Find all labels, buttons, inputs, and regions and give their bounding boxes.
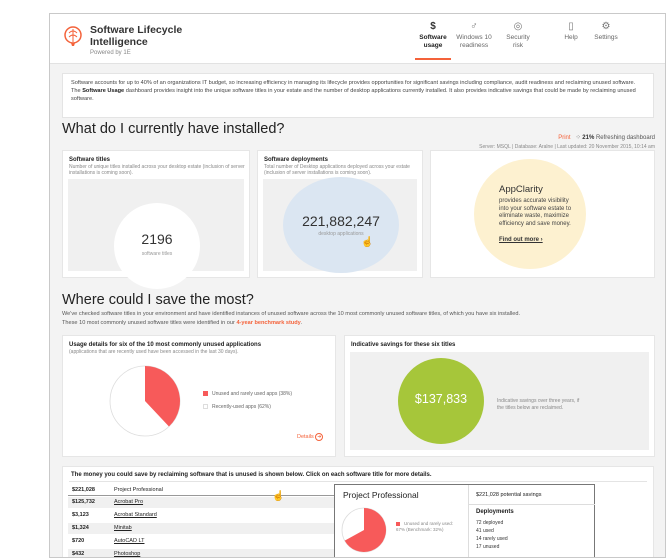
- hand-cursor-icon: ☝: [272, 491, 285, 502]
- titles-bubble: 2196 software titles: [114, 203, 200, 289]
- stat-deployed: 72 deployed: [476, 520, 504, 526]
- nav-software-usage[interactable]: $ Software usage: [413, 20, 453, 60]
- deployments-heading: Deployments: [476, 509, 514, 515]
- savings-bubble: $137,833: [398, 358, 484, 444]
- legend-swatch-unused: [396, 521, 400, 526]
- section-installed-title: What do I currently have installed?: [62, 121, 285, 137]
- section-save-description: We've checked software titles in your en…: [62, 311, 521, 326]
- nav-windows10-readiness[interactable]: ♂ Windows 10 readiness: [453, 20, 495, 60]
- nav-settings[interactable]: ⚙ Settings: [590, 20, 622, 60]
- deployments-label: desktop applications: [318, 231, 364, 237]
- detail-note: Unused and rarely used: 67% (Benchmark: …: [396, 521, 454, 532]
- print-link[interactable]: Print: [558, 135, 570, 141]
- table-row[interactable]: $432 Photoshop: [68, 549, 338, 557]
- dollar-icon: $: [430, 21, 436, 32]
- find-out-more-link[interactable]: Find out more ›: [499, 237, 543, 243]
- detail-savings: $221,028 potential savings: [476, 492, 542, 498]
- appclarity-title: AppClarity: [499, 184, 543, 195]
- arrow-circle-icon: ➜: [315, 433, 324, 441]
- savings-value: $137,833: [414, 392, 468, 406]
- legend-swatch-recent: [203, 404, 208, 410]
- card-inner: $137,833 Indicative savings over three y…: [350, 352, 649, 450]
- dashboard-frame: Software Lifecycle Intelligence Powered …: [49, 13, 666, 558]
- table-row[interactable]: $221,028 Project Professional: [68, 485, 338, 496]
- card-title: Indicative savings for these six titles: [351, 342, 456, 348]
- card-title: Software titles: [69, 157, 111, 163]
- stat-used: 41 used: [476, 528, 494, 534]
- software-deployments-card: Software deployments Total number of Des…: [257, 150, 423, 278]
- detail-stats: $221,028 potential savings Deployments 7…: [468, 485, 595, 557]
- card-title: Software deployments: [264, 157, 329, 163]
- details-link[interactable]: Details ➜: [297, 433, 324, 441]
- hand-cursor-icon: ☝: [361, 237, 374, 248]
- software-titles-card: Software titles Number of unique titles …: [62, 150, 250, 289]
- project-detail-popup: Project Professional Unused and rarely u…: [334, 484, 595, 557]
- legend-swatch-unused: [203, 391, 208, 397]
- refresh-status: Print ⁘ 21% Refreshing dashboard: [558, 135, 655, 141]
- brain-logo-icon: [64, 26, 82, 46]
- titles-count: 2196: [141, 231, 173, 247]
- detail-pie-chart: [341, 507, 387, 553]
- rocket-icon: ♂: [470, 21, 478, 32]
- detail-title: Project Professional: [343, 490, 419, 500]
- benchmark-study-link[interactable]: 4-year benchmark study: [236, 320, 300, 326]
- deployments-bubble[interactable]: 221,882,247 desktop applications: [283, 177, 399, 273]
- table-row[interactable]: $1,324 Minitab: [68, 523, 338, 534]
- app-title: Software Lifecycle Intelligence: [90, 24, 183, 48]
- nav-security-risk[interactable]: ◎ Security risk: [498, 20, 538, 60]
- legend-unused: Unused and rarely used apps (38%): [203, 391, 292, 397]
- shield-icon: ◎: [513, 21, 523, 32]
- card-subtitle: Number of unique titles installed across…: [69, 164, 245, 176]
- savings-note: Indicative savings over three years, if …: [497, 398, 580, 411]
- table-row[interactable]: $3,123 Acrobat Standard: [68, 510, 338, 521]
- spinner-icon: ⁘: [575, 135, 581, 141]
- deployments-count: 221,882,247: [302, 213, 380, 229]
- indicative-savings-card: Indicative savings for these six titles …: [344, 335, 655, 457]
- help-icon: ▯: [568, 21, 574, 32]
- intro-text: Software accounts for up to 40% of an or…: [62, 73, 654, 118]
- nav-help[interactable]: ▯ Help: [558, 20, 584, 60]
- divider: [469, 504, 595, 505]
- card-subtitle: Total number of Desktop applications dep…: [264, 164, 410, 176]
- active-tab-indicator: [415, 58, 451, 60]
- table-title: The money you could save by reclaiming s…: [71, 472, 432, 478]
- card-inner: 221,882,247 desktop applications ☝: [263, 177, 417, 273]
- divider: [69, 481, 647, 482]
- table-row[interactable]: $720 AutoCAD LT: [68, 536, 338, 547]
- table-row[interactable]: $125,732 Acrobat Pro: [68, 497, 338, 508]
- card-inner: 2196 software titles: [68, 179, 244, 289]
- usage-details-card: Usage details for six of the 10 most com…: [62, 335, 336, 457]
- gear-icon: ⚙: [601, 21, 611, 32]
- header: Software Lifecycle Intelligence Powered …: [50, 14, 665, 64]
- powered-by: Powered by 1E: [90, 50, 131, 56]
- titles-label: software titles: [141, 251, 173, 257]
- stat-unused: 17 unused: [476, 544, 500, 550]
- card-subtitle: (applications that are recently used hav…: [69, 349, 239, 355]
- appclarity-text: provides accurate visibility into your s…: [499, 198, 572, 227]
- card-title: Usage details for six of the 10 most com…: [69, 342, 262, 348]
- usage-pie-chart: [109, 365, 181, 437]
- section-save-title: Where could I save the most?: [62, 292, 254, 308]
- legend-recent: Recently-used apps (62%): [203, 404, 271, 410]
- appclarity-card: AppClarity provides accurate visibility …: [430, 150, 655, 278]
- stat-rarely-used: 14 rarely used: [476, 536, 508, 542]
